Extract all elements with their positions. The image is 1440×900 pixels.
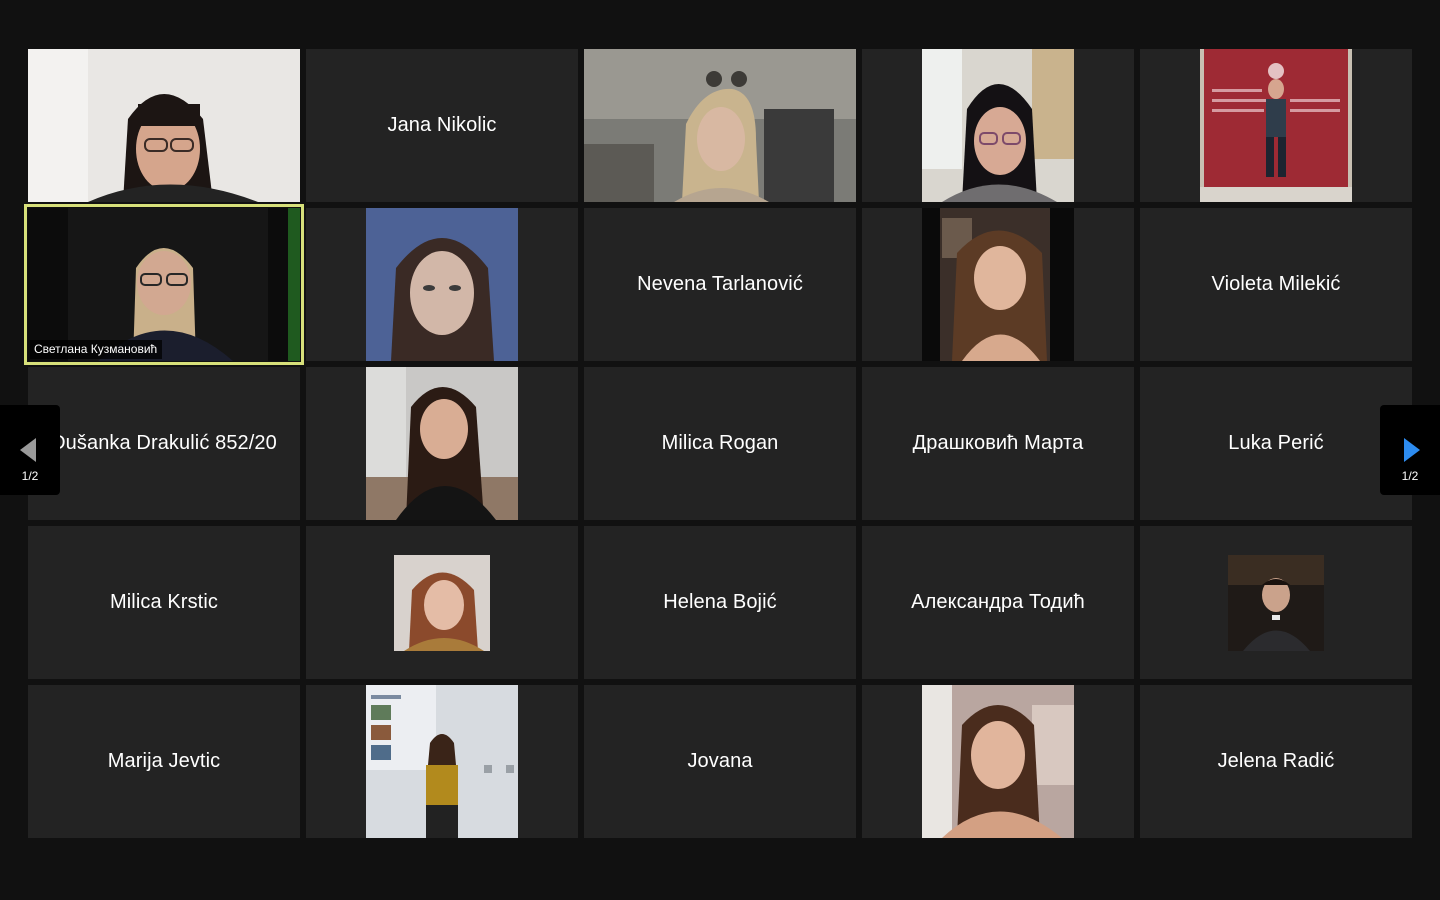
participant-photo: [366, 208, 518, 361]
participant-name: Nevena Tarlanović: [637, 273, 803, 295]
participant-name: Milica Krstic: [110, 591, 218, 613]
participant-name: Helena Bojić: [663, 591, 777, 613]
previous-page-button[interactable]: 1/2: [0, 405, 60, 495]
participant-name: Marija Jevtic: [107, 750, 221, 772]
participant-tile-25[interactable]: Jelena Radić: [1140, 685, 1412, 838]
participant-tile-6[interactable]: Светлана Кузмановић: [24, 204, 304, 365]
participant-tile-7[interactable]: [306, 208, 578, 361]
participant-video: [28, 49, 300, 202]
participant-tile-11[interactable]: Dušanka Drakulić 852/20: [28, 367, 300, 520]
participant-tile-14[interactable]: Драшковић Марта: [862, 367, 1134, 520]
participant-tile-24[interactable]: [862, 685, 1134, 838]
participant-name: Jelena Radić: [1217, 750, 1335, 772]
participant-tile-19[interactable]: Александра Тодић: [862, 526, 1134, 679]
participant-tile-16[interactable]: Milica Krstic: [28, 526, 300, 679]
participant-tile-1[interactable]: [28, 49, 300, 202]
participant-photo: [1228, 554, 1324, 651]
participant-name: Jana Nikolic: [387, 114, 497, 136]
next-page-button[interactable]: 1/2: [1380, 405, 1440, 495]
participant-video: [584, 49, 856, 202]
participant-name: Luka Perić: [1228, 432, 1324, 454]
participant-tile-22[interactable]: [306, 685, 578, 838]
participant-name: Violeta Milekić: [1211, 273, 1341, 295]
participant-photo: [394, 554, 490, 651]
arrow-right-icon: [1404, 438, 1420, 462]
participant-tile-18[interactable]: Helena Bojić: [584, 526, 856, 679]
participant-name-chip: Светлана Кузмановић: [30, 340, 163, 359]
participant-tile-21[interactable]: Marija Jevtic: [28, 685, 300, 838]
participant-photo: [366, 685, 518, 838]
participant-photo: [922, 685, 1074, 838]
arrow-left-icon: [20, 438, 36, 462]
participant-tile-13[interactable]: Milica Rogan: [584, 367, 856, 520]
participant-tile-17[interactable]: [306, 526, 578, 679]
participant-tile-4[interactable]: [862, 49, 1134, 202]
participant-tile-9[interactable]: [862, 208, 1134, 361]
participant-name: Александра Тодић: [911, 591, 1085, 613]
participant-name: Dušanka Drakulić 852/20: [51, 432, 277, 454]
page-indicator: 1/2: [21, 469, 39, 483]
participant-tile-15[interactable]: Luka Perić: [1140, 367, 1412, 520]
participant-photo: [922, 208, 1074, 361]
participant-name: Milica Rogan: [661, 432, 779, 454]
participant-tile-10[interactable]: Violeta Milekić: [1140, 208, 1412, 361]
participant-photo: [922, 49, 1074, 202]
participant-tile-12[interactable]: [306, 367, 578, 520]
participant-name: Jovana: [687, 750, 753, 772]
participant-name: Драшковић Марта: [912, 432, 1084, 454]
participant-photo: [366, 367, 518, 520]
participant-tile-8[interactable]: Nevena Tarlanović: [584, 208, 856, 361]
participant-tile-23[interactable]: Jovana: [584, 685, 856, 838]
participant-photo: [1200, 49, 1352, 202]
page-indicator: 1/2: [1401, 469, 1419, 483]
participant-tile-2[interactable]: Jana Nikolic: [306, 49, 578, 202]
participant-tile-20[interactable]: [1140, 526, 1412, 679]
gallery-grid: Jana Nikolic Светлана Кузмановић Nevena …: [24, 49, 1412, 838]
participant-tile-5[interactable]: [1140, 49, 1412, 202]
participant-video: [28, 208, 300, 361]
participant-tile-3[interactable]: [584, 49, 856, 202]
